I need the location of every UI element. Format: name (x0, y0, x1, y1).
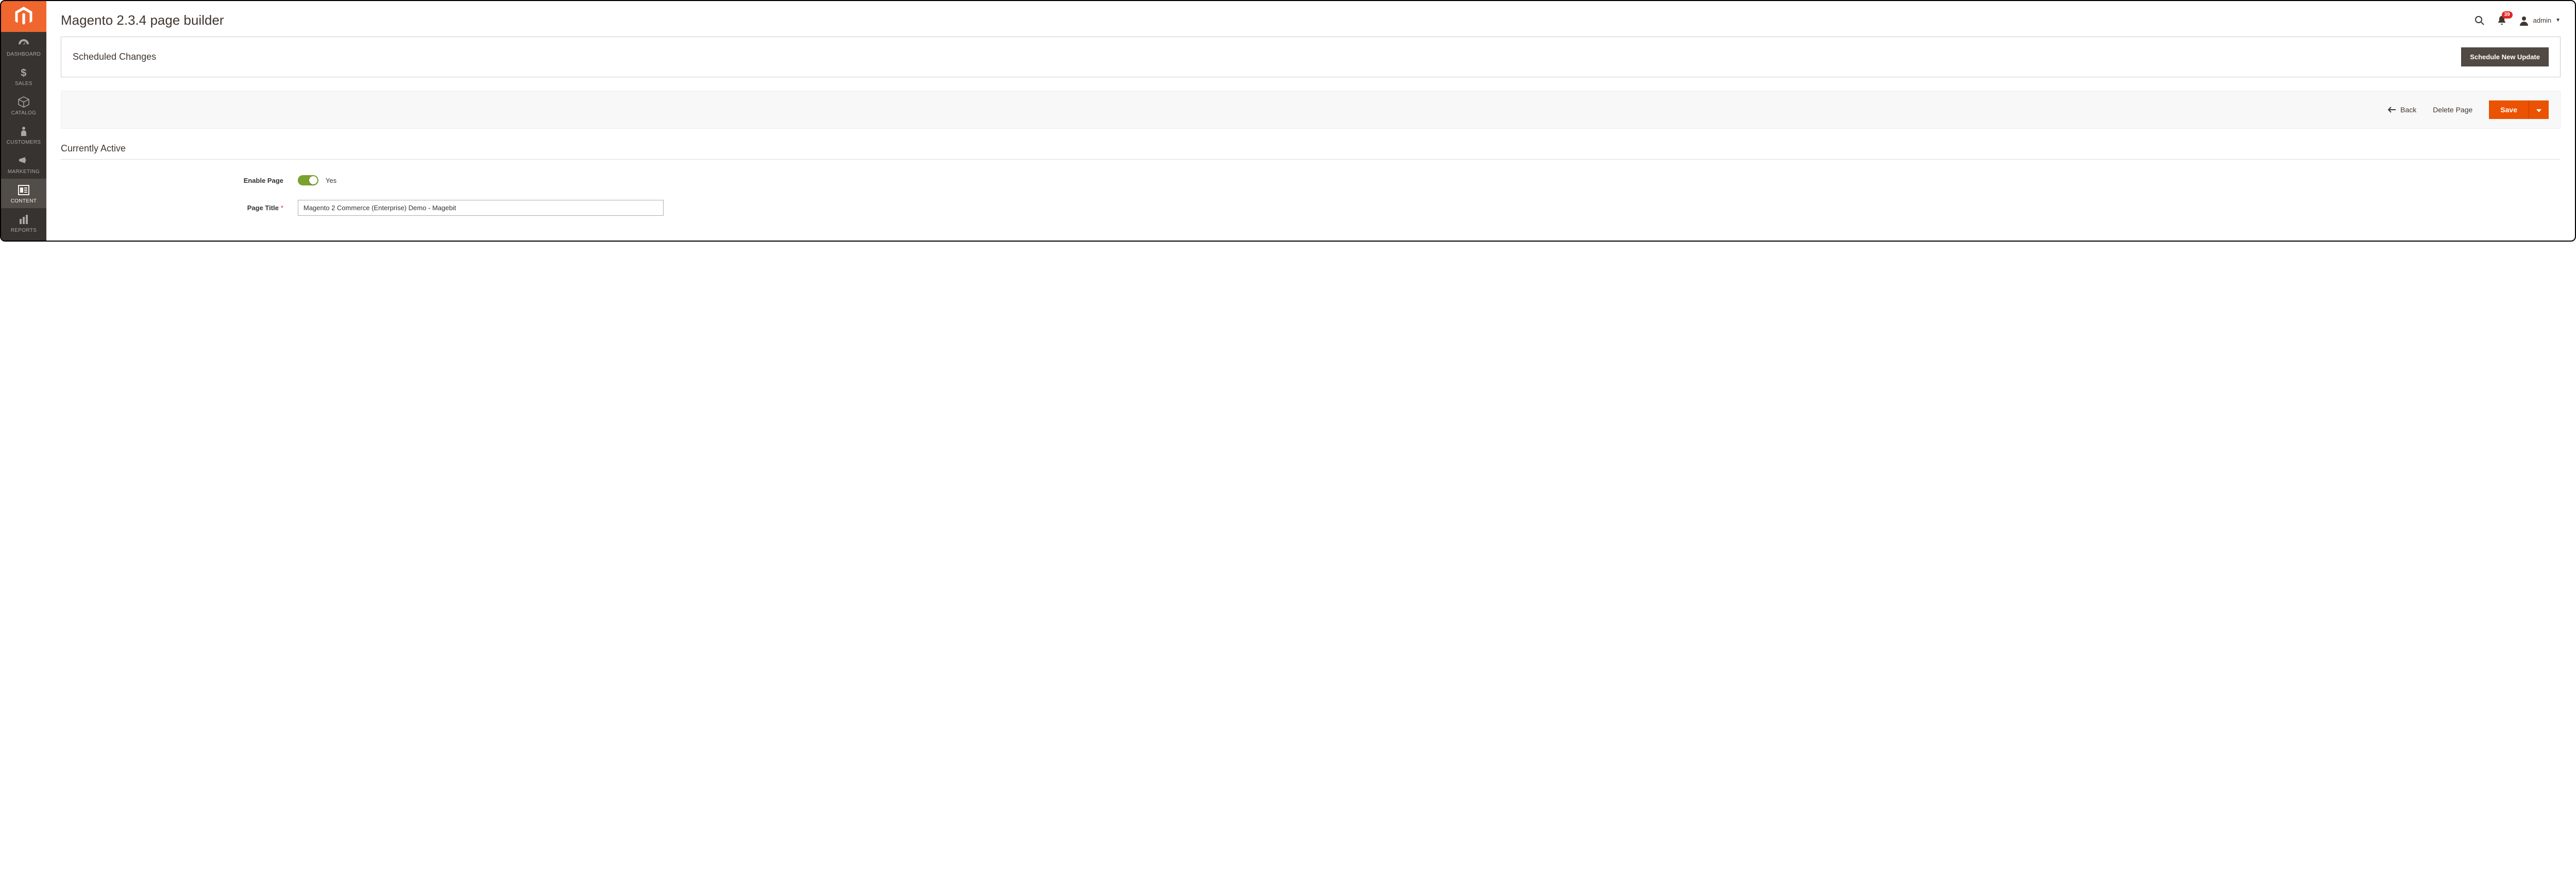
sidebar-item-customers[interactable]: CUSTOMERS (1, 120, 46, 149)
sidebar-item-catalog[interactable]: CATALOG (1, 91, 46, 120)
back-label: Back (2400, 106, 2416, 114)
arrow-left-icon (2388, 107, 2396, 113)
header-actions: 39 admin ▼ (2475, 15, 2561, 26)
scheduled-changes-title: Scheduled Changes (73, 52, 156, 62)
back-button[interactable]: Back (2388, 106, 2416, 114)
sidebar-item-dashboard[interactable]: DASHBOARD (1, 32, 46, 61)
save-button-group: Save (2489, 100, 2549, 119)
action-bar: Back Delete Page Save (61, 91, 2561, 129)
enable-page-value: Yes (326, 177, 336, 184)
page-title-row: Page Title* (61, 200, 2561, 216)
chevron-down-icon (2536, 109, 2541, 112)
sidebar-label: CONTENT (11, 198, 37, 204)
search-button[interactable] (2475, 15, 2485, 26)
svg-text:$: $ (21, 67, 26, 78)
box-icon (16, 96, 31, 108)
sidebar-label: MARKETING (8, 169, 40, 175)
magento-logo-icon (15, 7, 32, 26)
sidebar-label: DASHBOARD (7, 52, 41, 57)
delete-page-button[interactable]: Delete Page (2433, 106, 2472, 114)
user-menu[interactable]: admin ▼ (2519, 15, 2561, 26)
required-indicator: * (281, 204, 283, 212)
sidebar-label: SALES (15, 81, 32, 87)
sidebar-label: CATALOG (11, 110, 36, 116)
save-button[interactable]: Save (2489, 100, 2529, 119)
enable-page-row: Enable Page Yes (61, 175, 2561, 185)
admin-sidebar: DASHBOARD $ SALES CATALOG CUSTOMERS MARK… (1, 1, 46, 241)
section-title: Currently Active (61, 143, 2561, 160)
dollar-icon: $ (16, 66, 31, 79)
magento-logo[interactable] (1, 1, 46, 32)
sidebar-item-reports[interactable]: REPORTS (1, 208, 46, 237)
user-label: admin (2533, 16, 2551, 24)
enable-page-toggle[interactable] (298, 175, 318, 185)
schedule-new-update-button[interactable]: Schedule New Update (2461, 47, 2549, 66)
main-content: Magento 2.3.4 page builder 39 admin ▼ Sc… (46, 1, 2575, 241)
dashboard-icon (16, 37, 31, 49)
page-title-input[interactable] (298, 200, 664, 216)
sidebar-item-content[interactable]: CONTENT (1, 179, 46, 208)
toggle-knob (309, 176, 317, 184)
sidebar-label: REPORTS (11, 228, 37, 233)
user-icon (2519, 15, 2529, 26)
chevron-down-icon: ▼ (2555, 18, 2561, 23)
page-title-label: Page Title* (61, 204, 298, 212)
scheduled-changes-panel: Scheduled Changes Schedule New Update (61, 37, 2561, 77)
sidebar-item-marketing[interactable]: MARKETING (1, 149, 46, 179)
notifications-button[interactable]: 39 (2497, 15, 2506, 26)
page-header: Magento 2.3.4 page builder 39 admin ▼ (61, 1, 2561, 37)
sidebar-item-sales[interactable]: $ SALES (1, 61, 46, 91)
person-icon (16, 125, 31, 138)
search-icon (2475, 15, 2485, 26)
sidebar-label: CUSTOMERS (7, 140, 41, 145)
content-icon (16, 184, 31, 196)
save-dropdown-button[interactable] (2529, 100, 2549, 119)
notification-badge: 39 (2502, 11, 2513, 19)
megaphone-icon (16, 155, 31, 167)
page-title: Magento 2.3.4 page builder (61, 12, 224, 28)
enable-page-label: Enable Page (61, 177, 298, 184)
bar-chart-icon (16, 213, 31, 226)
